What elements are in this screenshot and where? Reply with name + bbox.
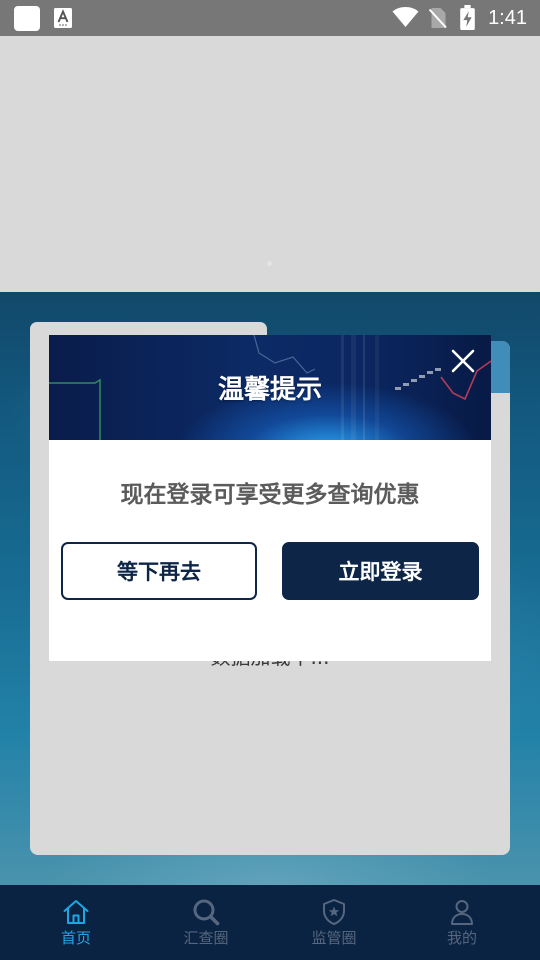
login-now-button[interactable]: 立即登录	[282, 542, 479, 600]
status-time: 1:41	[488, 7, 527, 29]
dialog-title: 温馨提示	[217, 375, 322, 405]
battery-charging-icon	[460, 5, 475, 30]
close-icon	[451, 349, 475, 373]
wifi-icon	[392, 7, 419, 27]
dialog-message: 现在登录可享受更多查询优惠	[120, 482, 420, 508]
nav-label-home: 首页	[60, 929, 91, 947]
later-button[interactable]: 等下再去	[61, 542, 257, 600]
bottom-nav: 首页 汇查圈 监管圈 我的	[0, 885, 540, 960]
keyboard-a-icon	[54, 8, 72, 28]
nav-item-search-circle[interactable]: 汇查圈	[156, 885, 256, 960]
dialog-header: 温馨提示	[49, 335, 491, 440]
carousel-indicator	[267, 261, 272, 266]
nav-item-regulation-circle[interactable]: 监管圈	[284, 885, 384, 960]
no-sim-icon	[428, 8, 447, 29]
nav-item-profile[interactable]: 我的	[412, 885, 512, 960]
home-icon	[63, 900, 89, 924]
user-icon	[451, 900, 473, 925]
close-button[interactable]	[449, 347, 477, 375]
app-screen: 1:41 数据加载中... 温馨提示	[0, 0, 540, 960]
login-prompt-dialog: 温馨提示 现在登录可享受更多查询优惠 等下再去 立即登录	[49, 335, 491, 661]
app-notification-icon	[14, 6, 40, 31]
status-bar: 1:41	[0, 0, 540, 36]
nav-label-regulation-circle: 监管圈	[311, 929, 357, 947]
nav-label-profile: 我的	[446, 929, 477, 947]
nav-item-home[interactable]: 首页	[26, 885, 126, 960]
banner-area	[0, 36, 540, 292]
police-badge-icon	[323, 899, 345, 925]
nav-label-search-circle: 汇查圈	[183, 929, 229, 947]
search-icon	[193, 899, 220, 926]
